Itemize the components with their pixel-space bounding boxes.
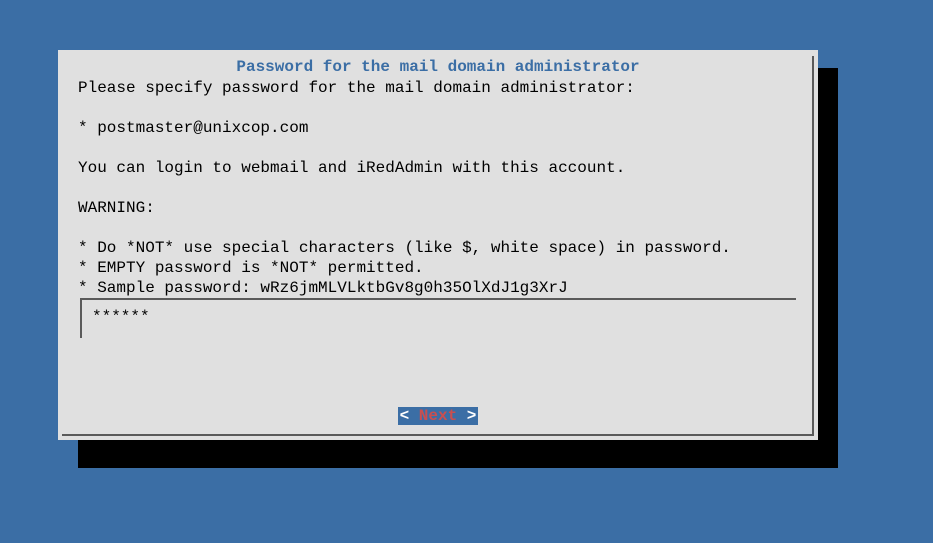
password-value: ******: [92, 308, 150, 326]
content-line: WARNING:: [78, 199, 155, 217]
button-rest: ext: [428, 407, 457, 425]
dialog-content: Please specify password for the mail dom…: [78, 78, 798, 298]
content-line: Please specify password for the mail dom…: [78, 79, 635, 97]
content-line: * Do *NOT* use special characters (like …: [78, 239, 731, 257]
dialog-title: Password for the mail domain administrat…: [58, 58, 818, 76]
password-input[interactable]: ******: [80, 298, 796, 338]
next-button[interactable]: < Next >: [398, 407, 479, 425]
content-line: * EMPTY password is *NOT* permitted.: [78, 259, 424, 277]
button-area: < Next >: [58, 407, 818, 425]
dialog-box: Password for the mail domain administrat…: [58, 50, 818, 440]
content-line: * Sample password: wRz6jmMLVLktbGv8g0h35…: [78, 279, 568, 297]
content-line: You can login to webmail and iRedAdmin w…: [78, 159, 625, 177]
button-hotkey: N: [419, 407, 429, 425]
button-prefix: <: [400, 407, 419, 425]
content-line: * postmaster@unixcop.com: [78, 119, 308, 137]
button-suffix: >: [457, 407, 476, 425]
